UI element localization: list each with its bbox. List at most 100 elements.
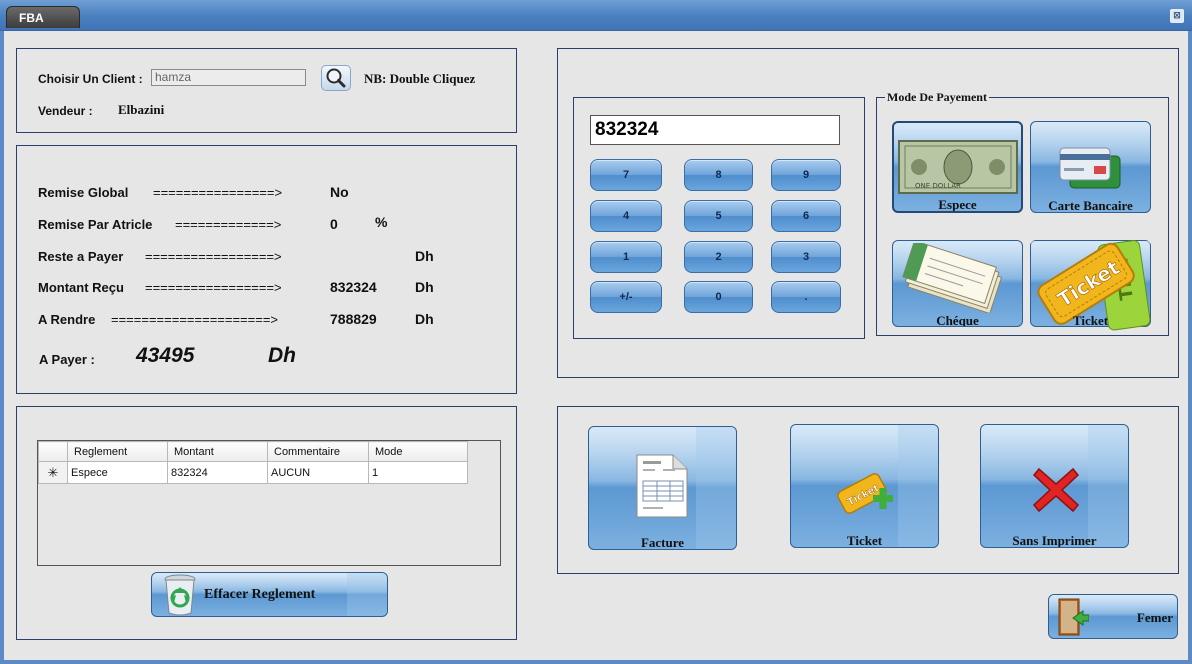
window-frame-right [1188, 31, 1192, 664]
remise-article-unit: % [375, 214, 388, 230]
rendre-unit: Dh [415, 311, 434, 327]
table-row[interactable]: ✳ Espece 832324 AUCUN 1 [38, 461, 468, 484]
title-bar: FBA ⊠ [0, 0, 1192, 31]
cell-commentaire[interactable]: AUCUN [267, 461, 369, 484]
reste-label: Reste a Payer [38, 249, 124, 264]
pay-carte-button[interactable]: Carte Bancaire [1030, 121, 1151, 213]
payments-grid: Reglement Montant Commentaire Mode ✳ Esp… [37, 440, 501, 566]
column-header-montant[interactable]: Montant [167, 441, 268, 462]
button-side-pane [898, 425, 938, 547]
red-x-icon [1032, 467, 1080, 513]
choose-client-label: Choisir Un Client : [38, 72, 143, 86]
calculator-panel: 832324 7 8 9 4 5 6 1 2 3 +/- 0 . [573, 97, 865, 339]
key-2[interactable]: 2 [684, 241, 753, 273]
calculator-display[interactable]: 832324 [590, 115, 840, 145]
reste-arrow: =================> [145, 249, 282, 264]
rendre-arrow: =====================> [111, 312, 279, 327]
key-4[interactable]: 4 [590, 200, 662, 232]
key-3[interactable]: 3 [771, 241, 841, 273]
reste-unit: Dh [415, 248, 434, 264]
a-payer-value: 43495 [136, 344, 195, 367]
exit-door-icon [1058, 598, 1089, 636]
row-header-corner [38, 441, 68, 462]
cell-reglement[interactable]: Espece [67, 461, 168, 484]
montant-label: Montant Reçu [38, 280, 124, 295]
window-title: FBA [6, 6, 80, 28]
print-facture-button[interactable]: Facture [588, 426, 737, 550]
pay-carte-label: Carte Bancaire [1048, 198, 1133, 213]
remise-article-arrow: =============> [175, 217, 282, 232]
key-8[interactable]: 8 [684, 159, 753, 191]
key-0[interactable]: 0 [684, 281, 753, 313]
sans-imprimer-label: Sans Imprimer [1012, 533, 1097, 548]
magnifier-icon [326, 68, 346, 88]
montant-value: 832324 [330, 279, 377, 295]
a-payer-unit: Dh [268, 344, 296, 367]
credit-card-icon [1059, 147, 1121, 189]
pay-ticket-button[interactable]: Tick Ticket Ticket [1030, 240, 1151, 331]
payments-panel: Reglement Montant Commentaire Mode ✳ Esp… [16, 406, 517, 640]
key-decimal[interactable]: . [771, 281, 841, 313]
button-side-pane [696, 427, 736, 549]
double-click-hint: NB: Double Cliquez [364, 71, 476, 86]
print-ticket-button[interactable]: Ticket Ticket [790, 424, 939, 548]
recycle-bin-icon [164, 574, 196, 616]
close-window-button[interactable]: ⊠ [1170, 9, 1184, 23]
rendre-label: A Rendre [38, 312, 96, 327]
rendre-value: 788829 [330, 311, 377, 327]
remise-global-value: No [330, 184, 349, 200]
cell-montant[interactable]: 832324 [167, 461, 268, 484]
payments-table: Reglement Montant Commentaire Mode ✳ Esp… [38, 441, 468, 484]
vendor-label: Vendeur : [38, 104, 93, 118]
vendor-value: Elbazini [118, 102, 165, 117]
key-1[interactable]: 1 [590, 241, 662, 273]
key-5[interactable]: 5 [684, 200, 753, 232]
payment-mode-legend: Mode De Payement [885, 90, 989, 105]
key-6[interactable]: 6 [771, 200, 841, 232]
montant-arrow: =================> [145, 280, 282, 295]
summary-panel: Remise Global ================> No Remis… [16, 145, 517, 394]
cell-mode[interactable]: 1 [368, 461, 468, 484]
window-frame-left [0, 31, 4, 664]
banknote-icon: ONE DOLLAR [898, 140, 1018, 194]
table-header-row: Reglement Montant Commentaire Mode [38, 441, 468, 462]
window-frame-bottom [0, 660, 1192, 664]
key-7[interactable]: 7 [590, 159, 662, 191]
remise-global-label: Remise Global [38, 185, 129, 200]
montant-unit: Dh [415, 279, 434, 295]
a-payer-label: A Payer : [39, 352, 95, 367]
pay-cheque-button[interactable]: Chéque [892, 240, 1023, 327]
button-side-pane [347, 573, 387, 616]
invoice-icon [636, 454, 688, 518]
close-form-label: Femer [1136, 610, 1173, 625]
button-side-pane [1088, 425, 1128, 547]
remise-article-label: Remise Par Atricle [38, 217, 153, 232]
delete-payment-button[interactable]: Effacer Reglement [151, 572, 388, 617]
cheque-icon [902, 243, 1003, 313]
pay-cheque-label: Chéque [936, 313, 979, 327]
client-input[interactable]: hamza [151, 69, 306, 86]
print-facture-label: Facture [640, 535, 685, 550]
svg-text:ONE DOLLAR: ONE DOLLAR [915, 182, 961, 190]
pay-espece-label: Espece [938, 197, 977, 212]
key-plus-minus[interactable]: +/- [590, 281, 662, 313]
pay-espece-button[interactable]: ONE DOLLAR Espece [892, 121, 1023, 213]
close-form-button[interactable]: Femer [1048, 594, 1178, 639]
print-panel: Facture Ticket Ticket Sans Imprimer [557, 406, 1179, 574]
payment-mode-group: Mode De Payement ONE DOLLAR Espece Carte… [876, 90, 1169, 336]
delete-payment-label: Effacer Reglement [204, 587, 316, 602]
search-client-button[interactable] [321, 65, 351, 91]
print-ticket-label: Ticket [846, 533, 883, 548]
client-panel: Choisir Un Client : hamza NB: Double Cli… [16, 48, 517, 133]
sans-imprimer-button[interactable]: Sans Imprimer [980, 424, 1129, 548]
column-header-commentaire[interactable]: Commentaire [267, 441, 369, 462]
pay-ticket-label: Ticket [1072, 313, 1109, 328]
remise-article-value: 0 [330, 216, 338, 232]
remise-global-arrow: ================> [153, 185, 283, 200]
ticket-add-icon: Ticket [837, 473, 893, 514]
new-row-marker: ✳ [38, 461, 68, 484]
key-9[interactable]: 9 [771, 159, 841, 191]
column-header-reglement[interactable]: Reglement [67, 441, 168, 462]
calculator-payment-panel: 832324 7 8 9 4 5 6 1 2 3 +/- 0 . Mode De… [557, 48, 1179, 378]
column-header-mode[interactable]: Mode [368, 441, 468, 462]
